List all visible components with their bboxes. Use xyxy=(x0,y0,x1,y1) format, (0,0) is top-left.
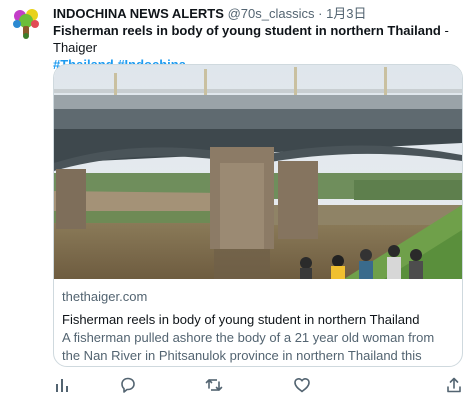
like-icon xyxy=(294,378,310,393)
link-preview-card[interactable]: thethaiger.com Fisherman reels in body o… xyxy=(53,64,463,367)
card-domain: thethaiger.com xyxy=(62,289,148,304)
analytics-icon xyxy=(56,379,68,392)
reply-button[interactable] xyxy=(119,376,139,396)
avatar[interactable] xyxy=(7,4,45,42)
card-description: A fisherman pulled ashore the body of a … xyxy=(62,330,435,363)
tweet-header: INDOCHINA NEWS ALERTS @70s_classics · 1月… xyxy=(53,5,466,22)
analytics-button[interactable] xyxy=(53,376,73,396)
avatar-image xyxy=(7,4,45,42)
reply-icon xyxy=(121,377,135,393)
author-name[interactable]: INDOCHINA NEWS ALERTS xyxy=(53,6,224,21)
tweet-headline-link[interactable]: Fisherman reels in body of young student… xyxy=(53,23,441,38)
tweet-timestamp[interactable]: 1月3日 xyxy=(326,6,366,21)
author-handle[interactable]: @70s_classics xyxy=(228,6,315,21)
card-title[interactable]: Fisherman reels in body of young student… xyxy=(62,311,454,329)
retweet-icon xyxy=(205,379,223,391)
bridge-river-photo xyxy=(54,65,462,279)
like-button[interactable] xyxy=(293,376,313,396)
card-image[interactable] xyxy=(54,65,462,279)
retweet-button[interactable] xyxy=(205,376,225,396)
share-button[interactable] xyxy=(445,376,465,396)
card-meta: thethaiger.com Fisherman reels in body o… xyxy=(62,289,454,366)
tweet-text-separator: - xyxy=(440,23,449,38)
tweet-source: Thaiger xyxy=(53,40,98,55)
tweet-actions xyxy=(53,376,463,396)
header-separator: · xyxy=(318,6,323,21)
share-icon xyxy=(447,377,461,393)
